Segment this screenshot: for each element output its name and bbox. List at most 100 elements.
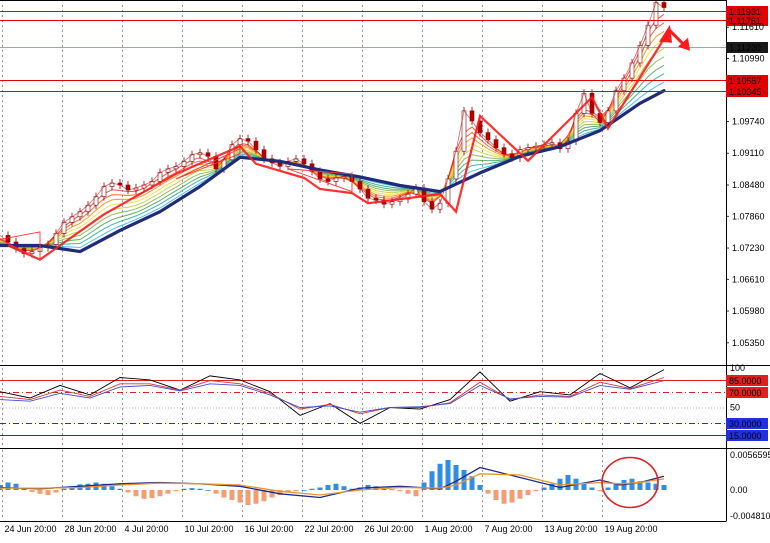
macd-histogram-bar	[182, 489, 187, 490]
y-tick-label: 1.11610	[732, 22, 764, 32]
macd-histogram-bar	[166, 490, 171, 494]
ma-ribbon-layer	[0, 14, 664, 250]
x-tick-label: 16 Jul 20:00	[245, 524, 294, 534]
macd-histogram-bar	[342, 486, 347, 490]
macd-histogram-bar	[310, 489, 315, 490]
oscillator-level-label: 15.0000	[729, 431, 762, 441]
macd-y-tick-label: 0.0056595	[730, 450, 770, 460]
macd-histogram-bar	[54, 490, 59, 493]
oscillator-series-line	[0, 378, 664, 414]
x-tick-label: 4 Jul 20:00	[125, 524, 169, 534]
y-tick-label: 1.05980	[732, 306, 765, 316]
macd-histogram-bar	[662, 485, 667, 490]
macd-histogram-bar	[334, 484, 339, 490]
macd-histogram-bar	[566, 475, 571, 490]
macd-histogram-bar	[174, 490, 179, 491]
macd-histogram-bar	[478, 485, 483, 490]
macd-histogram-bar	[406, 490, 411, 494]
y-tick-label: 1.09110	[732, 148, 764, 158]
macd-histogram-bar	[62, 489, 67, 490]
macd-histogram-bar	[606, 488, 611, 491]
macd-signal-line	[0, 474, 664, 495]
macd-histogram-bar	[254, 490, 259, 504]
macd-histogram-bar	[110, 486, 115, 490]
y-tick-label: 1.07230	[732, 243, 765, 253]
x-tick-label: 28 Jun 20:00	[65, 524, 117, 534]
macd-histogram-bar	[590, 488, 595, 491]
macd-histogram-bar	[438, 464, 443, 490]
macd-histogram-bar	[646, 483, 651, 491]
oscillator-y-tick-label: 100	[730, 363, 745, 373]
macd-histogram-bar	[510, 490, 515, 503]
ma-ribbon-line	[0, 65, 664, 247]
macd-histogram-bar	[422, 483, 427, 491]
macd-histogram-bar	[630, 479, 635, 490]
macd-histogram-bar	[230, 490, 235, 500]
chart-canvas: 24 Jun 20:0028 Jun 20:004 Jul 20:0010 Ju…	[0, 0, 770, 538]
current-price-label: 1.11220	[729, 43, 761, 53]
macd-histogram-bar	[326, 485, 331, 490]
macd-histogram-bar	[6, 483, 11, 491]
macd-histogram-bar	[390, 489, 395, 490]
macd-histogram-bar	[542, 488, 547, 491]
macd-histogram-bar	[246, 490, 251, 505]
macd-histogram-bar	[30, 490, 35, 492]
y-tick-label: 1.06610	[732, 274, 765, 284]
macd-histogram-bar	[518, 490, 523, 499]
macd-histogram-bar	[190, 488, 195, 490]
macd-histogram-bar	[142, 490, 147, 499]
macd-layer	[0, 458, 667, 508]
macd-histogram-bar	[318, 488, 323, 491]
macd-histogram-bar	[534, 490, 539, 491]
x-tick-label: 26 Jul 20:00	[365, 524, 414, 534]
price-layer	[0, 0, 768, 260]
macd-histogram-bar	[198, 489, 203, 490]
macd-histogram-bar	[414, 490, 419, 496]
macd-histogram-bar	[398, 490, 403, 491]
macd-histogram-bar	[294, 490, 299, 491]
macd-histogram-bar	[222, 490, 227, 498]
moving-average-line	[0, 91, 664, 252]
y-tick-label: 1.07860	[732, 211, 765, 221]
ma-ribbon-line	[0, 23, 664, 250]
macd-histogram-bar	[270, 490, 275, 498]
oscillator-level-label: 70.0000	[729, 388, 762, 398]
grid-layer	[3, 5, 603, 520]
level-price-label: 1.10345	[729, 87, 762, 97]
macd-histogram-bar	[454, 465, 459, 490]
macd-histogram-bar	[486, 490, 491, 494]
oscillator-level-label: 30.0000	[729, 419, 762, 429]
macd-histogram-bar	[214, 490, 219, 494]
x-tick-label: 13 Aug 20:00	[545, 524, 598, 534]
frame-layer	[0, 0, 770, 522]
trading-chart: 24 Jun 20:0028 Jun 20:004 Jul 20:0010 Ju…	[0, 0, 770, 538]
macd-histogram-bar	[14, 484, 19, 490]
x-tick-label: 19 Aug 20:00	[605, 524, 658, 534]
macd-histogram-bar	[238, 490, 243, 503]
axis-labels-layer: 24 Jun 20:0028 Jun 20:004 Jul 20:0010 Ju…	[5, 6, 770, 534]
oscillator-y-tick-label: 50	[730, 403, 740, 413]
macd-histogram-bar	[150, 490, 155, 498]
macd-histogram-bar	[118, 489, 123, 490]
y-tick-label: 1.09740	[732, 116, 765, 126]
macd-histogram-bar	[46, 490, 51, 495]
ma-ribbon-line	[0, 57, 664, 248]
y-tick-label: 1.08480	[732, 180, 765, 190]
y-tick-label: 1.05350	[732, 338, 765, 348]
macd-histogram-bar	[126, 490, 131, 493]
macd-y-tick-label: -0.0048107	[730, 511, 770, 521]
macd-histogram-bar	[158, 490, 163, 496]
macd-histogram-bar	[598, 490, 603, 491]
macd-histogram-bar	[502, 490, 507, 504]
x-tick-label: 10 Jul 20:00	[185, 524, 234, 534]
macd-y-tick-label: 0.00	[730, 485, 748, 495]
x-tick-label: 7 Aug 20:00	[485, 524, 533, 534]
x-tick-label: 22 Jul 20:00	[305, 524, 354, 534]
level-price-label: 1.10557	[729, 76, 762, 86]
x-tick-label: 1 Aug 20:00	[425, 524, 473, 534]
macd-histogram-bar	[494, 490, 499, 500]
macd-histogram-bar	[134, 490, 139, 496]
macd-histogram-bar	[206, 490, 211, 491]
ma-ribbon-line	[0, 74, 664, 247]
zigzag-annotation	[8, 39, 664, 260]
